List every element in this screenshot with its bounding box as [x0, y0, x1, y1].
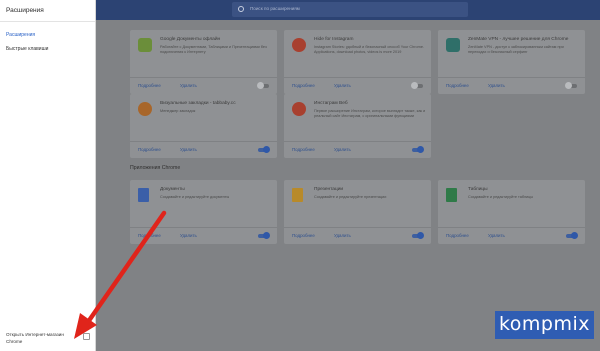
apps-section-title: Приложения Chrome: [130, 165, 181, 171]
details-button[interactable]: Подробнее: [138, 233, 161, 238]
enable-toggle[interactable]: [411, 82, 423, 89]
extension-name: Hide for Instagram: [314, 37, 354, 42]
search-icon: [238, 6, 244, 12]
app-description: Создавайте и редактируйте таблицы: [468, 195, 534, 199]
details-button[interactable]: Подробнее: [138, 147, 161, 152]
card-footer: Подробнее Удалить: [438, 77, 585, 94]
remove-button[interactable]: Удалить: [334, 147, 351, 152]
search-input[interactable]: Поиск по расширениям: [232, 2, 468, 17]
app-description: Создавайте и редактируйте документы: [160, 195, 230, 199]
extension-card: ZenMate VPN - лучшее решение для Chrome …: [438, 30, 585, 94]
remove-button[interactable]: Удалить: [488, 83, 505, 88]
details-button[interactable]: Подробнее: [446, 233, 469, 238]
card-footer: Подробнее Удалить: [438, 227, 585, 244]
app-name: Документы: [160, 187, 185, 192]
app-card: Презентации Создавайте и редактируйте пр…: [284, 180, 431, 244]
sidebar: Расширения Расширения Быстрые клавиши От…: [0, 0, 96, 351]
extension-name: Google Документы офлайн: [160, 37, 221, 42]
extension-card: Инстаграм Веб Первое расширение Инстагра…: [284, 94, 431, 158]
sheets-app-icon: [446, 188, 457, 202]
enable-toggle[interactable]: [258, 232, 270, 239]
card-footer: Подробнее Удалить: [130, 227, 277, 244]
remove-button[interactable]: Удалить: [180, 233, 197, 238]
extension-card: Hide for Instagram Instagram Stories: уд…: [284, 30, 431, 94]
instagram-web-icon: [292, 102, 306, 116]
enable-toggle[interactable]: [412, 146, 424, 153]
extension-name: ZenMate VPN - лучшее решение для Chrome: [468, 37, 569, 42]
app-description: Создавайте и редактируйте презентации: [314, 195, 387, 199]
details-button[interactable]: Подробнее: [292, 233, 315, 238]
hide-instagram-icon: [292, 38, 306, 52]
google-docs-offline-icon: [138, 38, 152, 52]
card-footer: Подробнее Удалить: [130, 77, 277, 94]
visual-bookmarks-icon: [138, 102, 152, 116]
card-footer: Подробнее Удалить: [284, 77, 431, 94]
open-web-store-label: Открыть Интернет-магазин Chrome: [6, 332, 64, 344]
remove-button[interactable]: Удалить: [334, 83, 351, 88]
search-placeholder: Поиск по расширениям: [250, 6, 300, 11]
extension-description: Менеджер закладок: [160, 109, 196, 113]
extension-name: Визуальные закладки - tabbaby.cc: [160, 101, 236, 106]
extension-name: Инстаграм Веб: [314, 101, 348, 106]
enable-toggle[interactable]: [258, 146, 270, 153]
card-footer: Подробнее Удалить: [130, 141, 277, 158]
zenmate-icon: [446, 38, 460, 52]
sidebar-title: Расширения: [0, 0, 95, 22]
app-name: Презентации: [314, 187, 344, 192]
card-footer: Подробнее Удалить: [284, 227, 431, 244]
external-link-icon: [83, 333, 90, 340]
remove-button[interactable]: Удалить: [488, 233, 505, 238]
enable-toggle[interactable]: [257, 82, 269, 89]
extension-card: Визуальные закладки - tabbaby.cc Менедже…: [130, 94, 277, 158]
details-button[interactable]: Подробнее: [292, 83, 315, 88]
enable-toggle[interactable]: [412, 232, 424, 239]
top-bar: Поиск по расширениям: [96, 0, 600, 20]
enable-toggle[interactable]: [565, 82, 577, 89]
extension-description: ZenMate VPN - доступ к заблокированным с…: [468, 45, 564, 54]
extension-description: Instagram Stories: удобный и безопасный …: [314, 45, 424, 54]
app-card: Таблицы Создавайте и редактируйте таблиц…: [438, 180, 585, 244]
open-web-store-link[interactable]: Открыть Интернет-магазин Chrome: [6, 331, 90, 345]
extension-description: Работайте с Документами, Таблицами и Пре…: [160, 45, 267, 54]
enable-toggle[interactable]: [566, 232, 578, 239]
remove-button[interactable]: Удалить: [334, 233, 351, 238]
slides-app-icon: [292, 188, 303, 202]
docs-app-icon: [138, 188, 149, 202]
app-card: Документы Создавайте и редактируйте доку…: [130, 180, 277, 244]
remove-button[interactable]: Удалить: [180, 147, 197, 152]
details-button[interactable]: Подробнее: [446, 83, 469, 88]
watermark-logo: kompmix: [495, 311, 594, 339]
details-button[interactable]: Подробнее: [138, 83, 161, 88]
remove-button[interactable]: Удалить: [180, 83, 197, 88]
card-footer: Подробнее Удалить: [284, 141, 431, 158]
details-button[interactable]: Подробнее: [292, 147, 315, 152]
sidebar-item-extensions[interactable]: Расширения: [0, 28, 95, 42]
app-name: Таблицы: [468, 187, 488, 192]
extension-description: Первое расширение Инстаграм, которое выг…: [314, 109, 426, 118]
sidebar-item-shortcuts[interactable]: Быстрые клавиши: [0, 42, 95, 56]
extension-card: Google Документы офлайн Работайте с Доку…: [130, 30, 277, 94]
main-content: Google Документы офлайн Работайте с Доку…: [96, 20, 600, 351]
